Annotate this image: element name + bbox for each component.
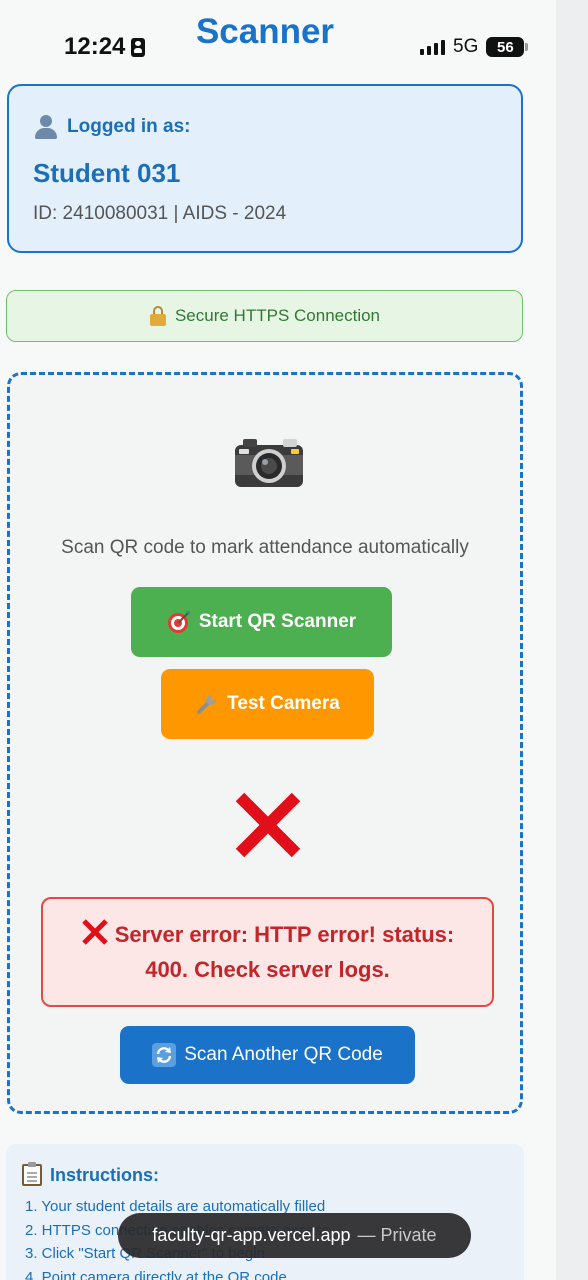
student-meta: ID: 2410080031 | AIDS - 2024	[33, 203, 287, 224]
camera-icon	[235, 439, 303, 487]
scan-description: Scan QR code to mark attendance automati…	[61, 537, 469, 558]
error-line-1: Server error: HTTP error! status:	[114, 922, 455, 947]
error-icon	[81, 919, 108, 945]
signal-icon	[420, 39, 445, 55]
private-mode-label: — Private	[357, 1225, 437, 1245]
scan-another-button[interactable]: Scan Another QR Code	[120, 1026, 415, 1084]
status-indicators: 5G 56	[420, 36, 529, 58]
battery-icon: 56	[486, 37, 529, 57]
instructions-title: Instructions:	[50, 1164, 160, 1185]
list-item: 4. Point camera directly at the QR code	[25, 1268, 287, 1280]
lock-icon	[149, 306, 167, 326]
refresh-icon	[152, 1043, 177, 1067]
scanner-panel: Scan QR code to mark attendance automati…	[7, 372, 523, 1114]
connection-status: Secure HTTPS Connection	[6, 290, 523, 342]
url-bar[interactable]: faculty-qr-app.vercel.app — Private	[118, 1213, 471, 1258]
clipboard-icon	[22, 1162, 42, 1186]
user-card: Logged in as: Student 031 ID: 2410080031…	[7, 84, 523, 253]
error-message: Server error: HTTP error! status: 400. C…	[41, 897, 494, 1007]
scan-another-label: Scan Another QR Code	[184, 1044, 383, 1065]
logged-in-row: Logged in as:	[33, 114, 191, 140]
instructions-heading: Instructions:	[22, 1162, 160, 1186]
user-icon	[33, 114, 59, 140]
connection-label: Secure HTTPS Connection	[174, 306, 381, 325]
logged-in-label: Logged in as:	[67, 116, 191, 137]
instructions-panel: Instructions: 1. Your student details ar…	[6, 1144, 524, 1280]
error-line-2: 400. Check server logs.	[145, 957, 390, 982]
target-icon	[167, 611, 190, 633]
test-camera-button[interactable]: Test Camera	[161, 669, 374, 739]
url-text: faculty-qr-app.vercel.app	[152, 1225, 351, 1245]
network-type: 5G	[453, 36, 479, 57]
wrench-icon	[197, 695, 217, 714]
error-cross-icon	[235, 792, 301, 858]
test-camera-label: Test Camera	[227, 693, 340, 714]
start-scanner-label: Start QR Scanner	[198, 611, 357, 632]
start-scanner-button[interactable]: Start QR Scanner	[131, 587, 392, 657]
student-name: Student 031	[33, 158, 181, 188]
page-edge	[556, 0, 588, 1280]
